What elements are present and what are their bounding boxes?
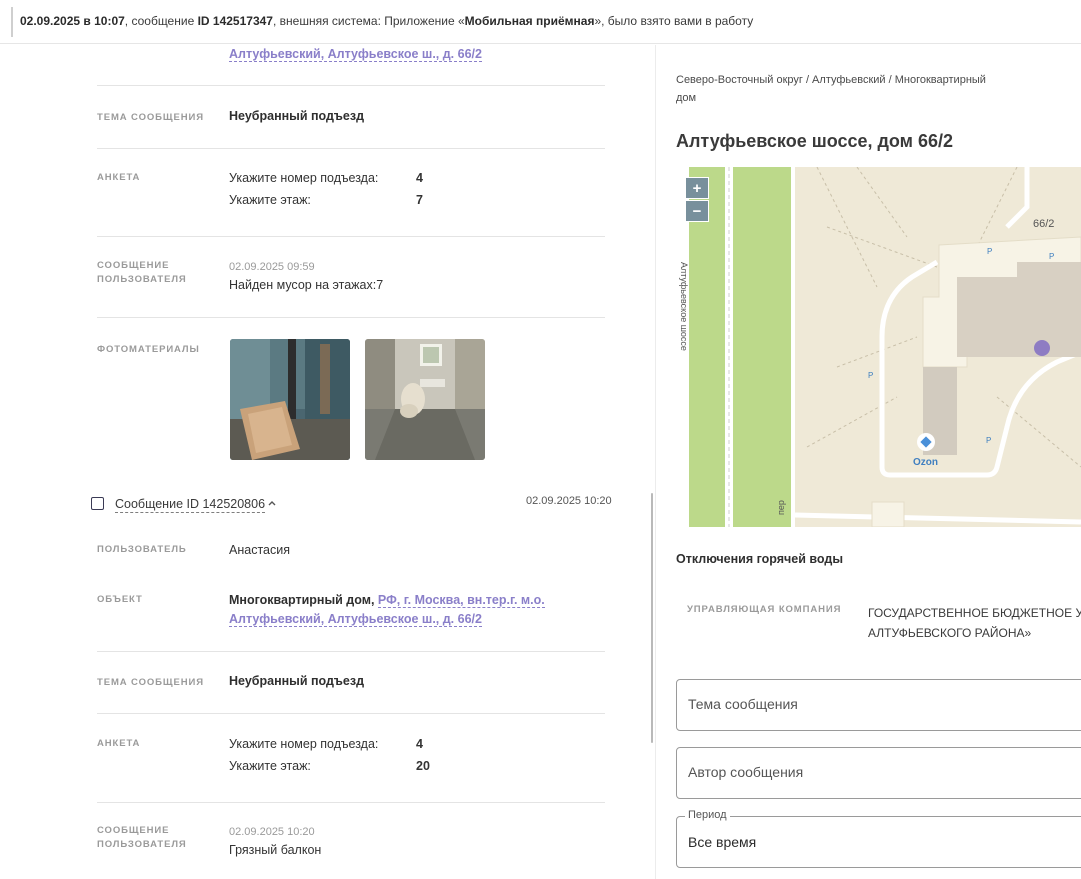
object-details-panel: Северо-Восточный округ / Алтуфьевский / …	[656, 45, 1081, 879]
notification-text: 02.09.2025 в 10:07, сообщение ID 1425173…	[20, 14, 754, 28]
message-title-toggle[interactable]: Сообщение ID 142520806	[115, 496, 266, 513]
divider	[97, 713, 605, 714]
survey-answer-floor: 7	[416, 193, 423, 207]
management-company-label: УПРАВЛЯЮЩАЯ КОМПАНИЯ	[687, 604, 842, 615]
survey-question-floor: Укажите этаж:	[229, 759, 311, 773]
svg-text:P: P	[868, 371, 873, 380]
svg-text:P: P	[1049, 252, 1054, 261]
topic-filter-field[interactable]: Тема сообщения	[676, 679, 1081, 731]
object-address-link[interactable]: Алтуфьевский, Алтуфьевское ш., д. 66/2	[229, 45, 482, 64]
user-message-label: СООБЩЕНИЕ ПОЛЬЗОВАТЕЛЯ	[97, 260, 187, 285]
object-value-line2: Алтуфьевский, Алтуфьевское ш., д. 66/2	[229, 610, 482, 629]
survey-label: АНКЕТА	[97, 738, 141, 749]
message-feed[interactable]: Алтуфьевский, Алтуфьевское ш., д. 66/2 Т…	[0, 45, 655, 879]
divider	[97, 317, 605, 318]
svg-text:Ozon: Ozon	[913, 457, 938, 468]
author-filter-placeholder: Автор сообщения	[688, 764, 804, 780]
divider	[97, 802, 605, 803]
message-date: 02.09.2025 10:20	[526, 495, 612, 507]
photo-thumbnail-2[interactable]	[365, 339, 485, 460]
object-address-title: Алтуфьевское шоссе, дом 66/2	[676, 131, 954, 151]
photos-label: ФОТОМАТЕРИАЛЫ	[97, 344, 200, 355]
user-message-label: СООБЩЕНИЕ ПОЛЬЗОВАТЕЛЯ	[97, 825, 187, 850]
chevron-up-icon[interactable]	[267, 499, 277, 507]
svg-text:Алтуфьевское шоссе: Алтуфьевское шоссе	[679, 262, 689, 351]
period-select[interactable]: Период Все время	[676, 809, 1081, 868]
author-filter-field[interactable]: Автор сообщения	[676, 747, 1081, 799]
notification-bar: 02.09.2025 в 10:07, сообщение ID 1425173…	[0, 0, 1081, 44]
topic-value: Неубранный подъезд	[229, 674, 365, 688]
hot-water-outages-title: Отключения горячей воды	[676, 552, 844, 566]
survey-label: АНКЕТА	[97, 172, 141, 183]
divider	[97, 148, 605, 149]
feed-scrollbar[interactable]	[651, 493, 653, 743]
survey-question-floor: Укажите этаж:	[229, 193, 311, 207]
object-label: ОБЪЕКТ	[97, 594, 143, 605]
notification-accent	[11, 7, 13, 37]
user-message-date: 02.09.2025 10:20	[229, 826, 315, 838]
user-label: ПОЛЬЗОВАТЕЛЬ	[97, 544, 187, 555]
object-map[interactable]: Ozon 66/2 P P P P Алтуфьевское шоссе пер…	[677, 167, 1081, 527]
survey-question-entrance: Укажите номер подъезда:	[229, 737, 379, 751]
map-zoom-in-button[interactable]: +	[685, 177, 709, 199]
object-value: Многоквартирный дом, РФ, г. Москва, вн.т…	[229, 593, 545, 608]
user-message-text: Грязный балкон	[229, 843, 322, 857]
survey-answer-entrance: 4	[416, 737, 423, 751]
survey-answer-entrance: 4	[416, 171, 423, 185]
breadcrumb: Северо-Восточный округ / Алтуфьевский / …	[676, 74, 986, 104]
user-message-text: Найден мусор на этажах:7	[229, 278, 384, 292]
user-message-date: 02.09.2025 09:59	[229, 261, 315, 273]
object-location-marker	[1034, 340, 1050, 356]
topic-value: Неубранный подъезд	[229, 109, 365, 123]
topic-filter-placeholder: Тема сообщения	[688, 696, 798, 712]
svg-text:пер: пер	[776, 500, 786, 515]
user-value: Анастасия	[229, 543, 290, 557]
management-company-value: ГОСУДАРСТВЕННОЕ БЮДЖЕТНОЕ УЧ АЛТУФЬЕВСКОГ…	[868, 606, 1081, 640]
photo-thumbnail-1[interactable]	[230, 339, 350, 460]
survey-question-entrance: Укажите номер подъезда:	[229, 171, 379, 185]
object-address-link[interactable]: Алтуфьевский, Алтуфьевское ш., д. 66/2	[229, 612, 482, 627]
topic-label: ТЕМА СООБЩЕНИЯ	[97, 112, 204, 123]
period-label: Период	[685, 809, 730, 821]
svg-text:P: P	[986, 436, 991, 445]
divider	[97, 85, 605, 86]
svg-text:66/2: 66/2	[1033, 218, 1054, 230]
period-value: Все время	[688, 834, 757, 850]
divider	[97, 651, 605, 652]
survey-answer-floor: 20	[416, 759, 430, 773]
object-address-link[interactable]: РФ, г. Москва, вн.тер.г. м.о.	[377, 593, 545, 608]
map-canvas[interactable]: Ozon 66/2 P P P P Алтуфьевское шоссе пер	[677, 167, 1081, 527]
topic-label: ТЕМА СООБЩЕНИЯ	[97, 677, 204, 688]
divider	[97, 236, 605, 237]
message-select-checkbox[interactable]	[91, 497, 104, 510]
map-zoom-out-button[interactable]: −	[685, 200, 709, 222]
svg-text:P: P	[987, 247, 992, 256]
